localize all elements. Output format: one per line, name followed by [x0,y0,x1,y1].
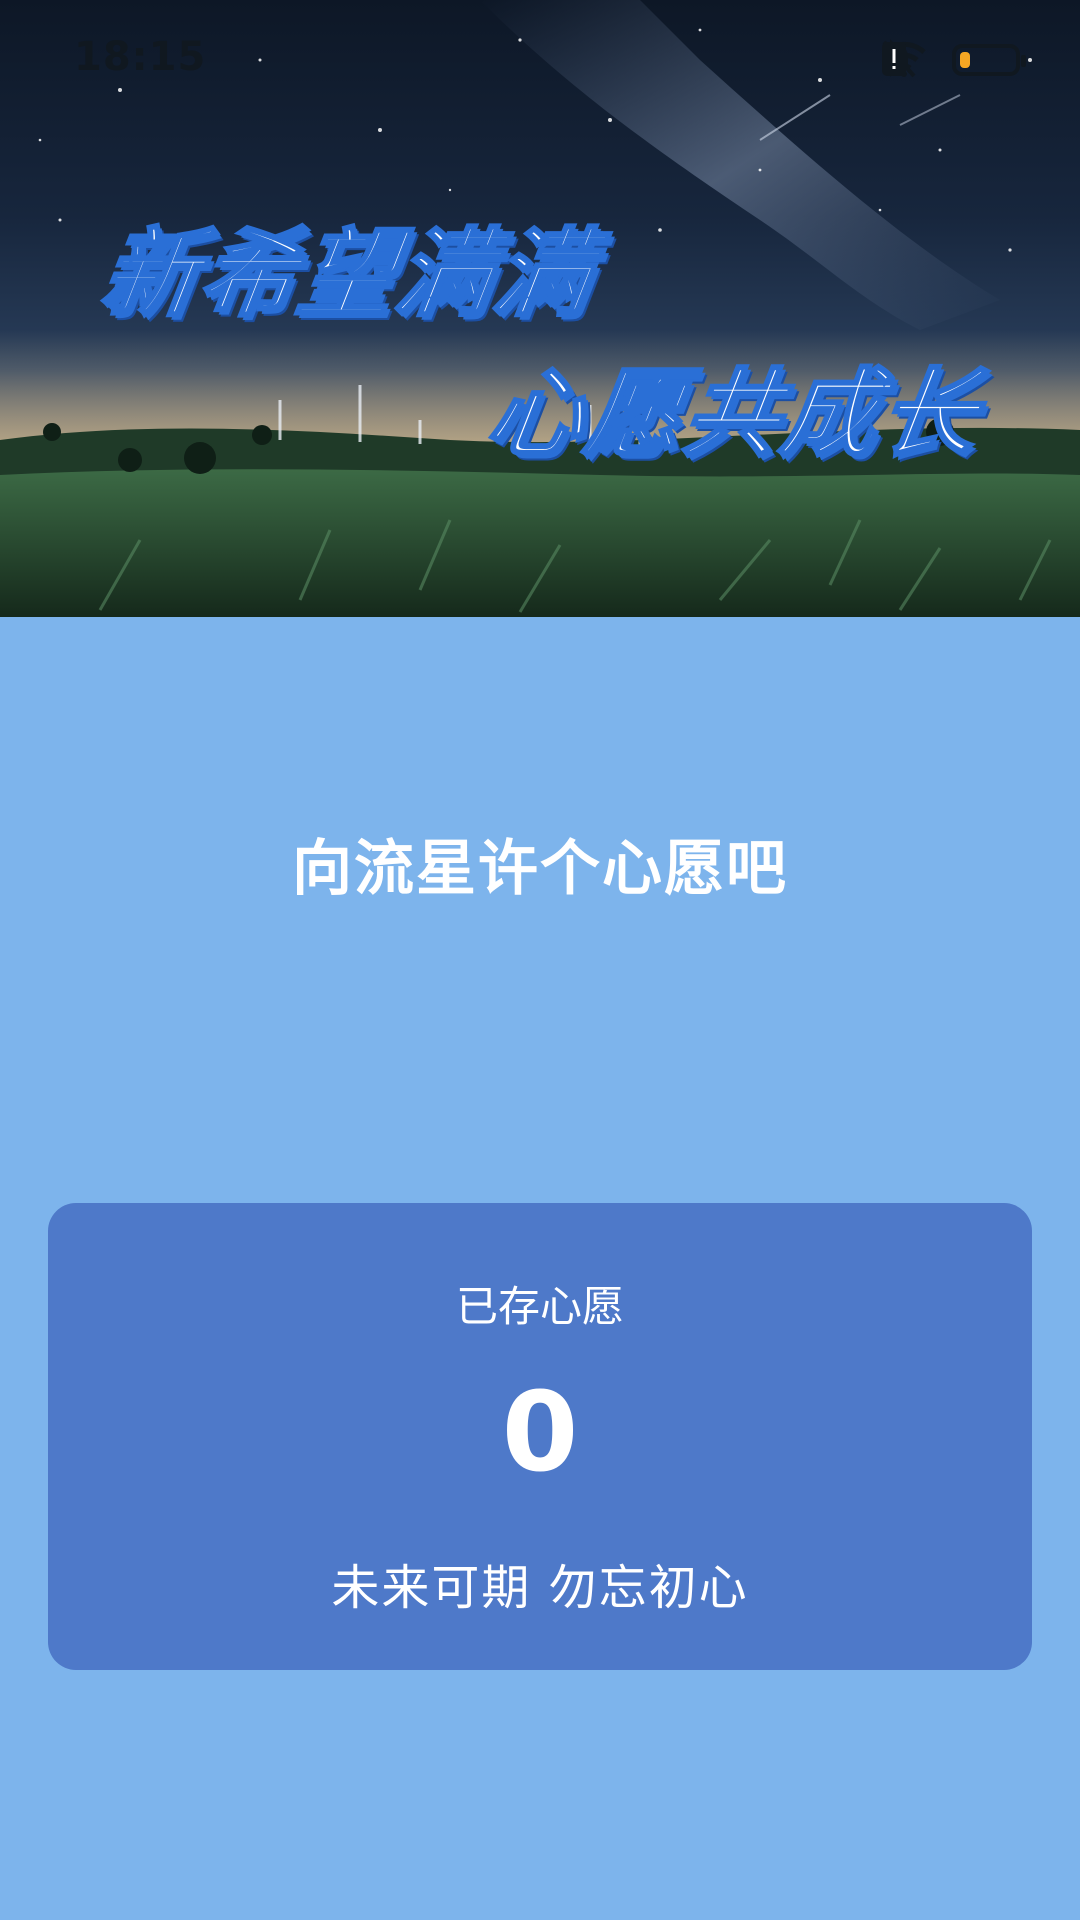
hero-title-line1: 新希望满满 [93,217,602,332]
status-bar: 18:15 [0,0,1080,120]
hero-title-line2: 心愿共成长 [479,357,988,472]
saved-wishes-card[interactable]: 已存心愿 0 未来可期 勿忘初心 [48,1203,1032,1670]
battery-level [960,52,970,68]
saved-wishes-label: 已存心愿 [455,1282,624,1331]
hero-banner: 18:15 新希望满满 心愿共成长 [0,0,1080,617]
battery-icon [952,44,1026,76]
make-a-wish-prompt[interactable]: 向流星许个心愿吧 [0,820,1080,907]
status-icons [880,38,1026,82]
card-motto: 未来可期 勿忘初心 [331,1560,749,1616]
saved-wishes-count: 0 [501,1368,579,1496]
status-time: 18:15 [74,34,207,80]
